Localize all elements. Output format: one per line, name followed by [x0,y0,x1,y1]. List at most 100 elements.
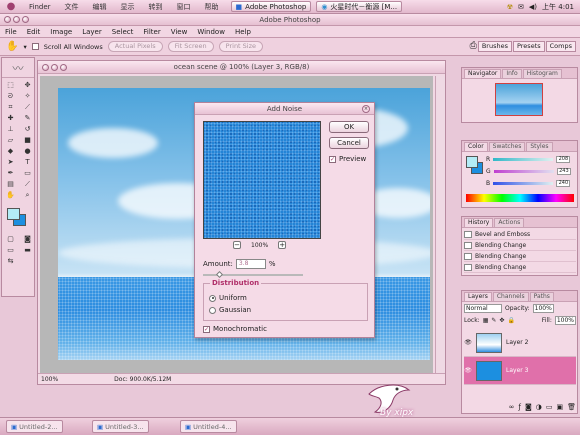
tool-preset-dropdown-icon[interactable]: ▾ [23,43,26,51]
menu-window[interactable]: Window [192,28,230,36]
new-layer-icon[interactable]: ▣ [556,403,563,411]
close-icon[interactable] [4,16,11,23]
blue-slider[interactable] [493,182,554,185]
menu-help[interactable]: Help [230,28,256,36]
red-slider-row[interactable]: R 208 [486,156,571,163]
foreground-color-swatch[interactable] [7,208,20,220]
slice-tool-icon[interactable]: ⟋ [20,102,35,112]
palette-foreground-swatch[interactable] [466,156,478,168]
task-photoshop[interactable]: ■ Adobe Photoshop [230,1,312,12]
doc-size[interactable]: Doc: 900.0K/5.12M [114,376,171,383]
gaussian-radio-row[interactable]: Gaussian [209,306,251,314]
tab-navigator[interactable]: Navigator [464,69,502,78]
ok-button[interactable]: OK [329,121,369,133]
blend-mode-select[interactable]: Normal [464,304,502,313]
screen-mode-icon[interactable]: ▭ [3,245,18,255]
type-tool-icon[interactable]: T [20,157,35,167]
zoom-out-button[interactable]: − [233,241,241,249]
tab-info[interactable]: Info [502,69,522,78]
magic-wand-icon[interactable]: ✧ [20,91,35,101]
dock-item[interactable]: ▣ Untitled-2... [6,420,63,433]
radiation-icon[interactable]: ☢ [507,3,513,11]
volume-icon[interactable]: ◀) [529,3,537,11]
minimize-icon[interactable] [13,16,20,23]
notes-tool-icon[interactable]: ▤ [3,179,18,189]
red-value[interactable]: 208 [556,156,571,163]
trash-icon[interactable]: 🗑 [567,403,576,411]
menu-view[interactable]: View [166,28,193,36]
doc-zoom-icon[interactable] [60,64,67,71]
healing-brush-icon[interactable]: ✚ [3,113,18,123]
fit-screen-button[interactable]: Fit Screen [167,41,214,52]
menu-edit[interactable]: Edit [22,28,46,36]
eye-icon[interactable]: 👁 [464,367,472,374]
mail-icon[interactable]: ✉ [518,3,524,11]
lock-all-icon[interactable]: 🔒 [507,317,514,324]
dodge-tool-icon[interactable]: ● [20,146,35,156]
preview-checkbox[interactable]: ✓ [329,155,336,163]
tab-layers[interactable]: Layers [464,292,492,301]
layer-name[interactable]: Layer 2 [506,339,528,346]
cancel-button[interactable]: Cancel [329,137,369,149]
shape-tool-icon[interactable]: ▭ [20,168,35,178]
history-item[interactable]: Blending Change [464,240,576,251]
tab-brushes[interactable]: Brushes [477,41,512,52]
hand-tool-icon[interactable]: ✋ [6,41,18,52]
blur-tool-icon[interactable]: ◆ [3,146,18,156]
filter-preview[interactable] [203,121,321,239]
print-size-button[interactable]: Print Size [218,41,264,52]
imageready-icon[interactable]: ⇆ [3,256,18,266]
vertical-scrollbar[interactable] [435,76,445,373]
menu-window-cn[interactable]: 窗口 [170,2,198,12]
menu-go-cn[interactable]: 转到 [142,2,170,12]
tab-channels[interactable]: Channels [492,292,529,301]
opacity-input[interactable]: 100% [532,304,554,313]
tab-actions[interactable]: Actions [494,218,525,227]
zoom-level[interactable]: 100% [41,376,58,383]
menu-filter[interactable]: Filter [138,28,165,36]
doc-close-icon[interactable] [42,64,49,71]
apple-menu-icon[interactable]: ● [0,1,22,12]
lock-position-icon[interactable]: ✥ [499,317,504,324]
history-item[interactable]: Bevel and Emboss [464,229,576,240]
clone-stamp-icon[interactable]: ⊥ [3,124,18,134]
eyedropper-icon[interactable]: ⟋ [20,179,35,189]
amount-input[interactable]: 3.8 [235,259,266,269]
menu-layer[interactable]: Layer [77,28,107,36]
clock[interactable]: 上午 4:01 [542,2,574,12]
standard-mode-icon[interactable]: ▢ [3,234,18,244]
lock-image-icon[interactable]: ✎ [491,317,496,324]
menu-edit-cn[interactable]: 编辑 [86,2,114,12]
menu-image[interactable]: Image [45,28,77,36]
tab-paths[interactable]: Paths [529,292,554,301]
preview-checkbox-row[interactable]: ✓ Preview [329,155,366,163]
brush-tool-icon[interactable]: ✎ [20,113,35,123]
amount-slider[interactable] [203,270,303,279]
red-slider[interactable] [493,158,554,161]
monochromatic-row[interactable]: ✓ Monochromatic [203,325,267,333]
menu-file[interactable]: File [0,28,22,36]
menu-view-cn[interactable]: 显示 [114,2,142,12]
menu-help-cn[interactable]: 帮助 [198,2,226,12]
pen-tool-icon[interactable]: ✒ [3,168,18,178]
tab-comps[interactable]: Comps [545,41,576,52]
tab-presets[interactable]: Presets [512,41,545,52]
adjustment-layer-icon[interactable]: ◑ [536,403,542,411]
history-item[interactable]: Blending Change [464,262,576,273]
gradient-tool-icon[interactable]: ■ [20,135,35,145]
eye-icon[interactable]: 👁 [464,339,472,346]
zoom-tool-icon[interactable]: ⌕ [20,190,35,200]
lasso-tool-icon[interactable]: ᘐ [3,91,18,101]
marquee-tool-icon[interactable]: ⬚ [3,80,18,90]
uniform-radio-row[interactable]: Uniform [209,294,247,302]
menu-file-cn[interactable]: 文件 [58,2,86,12]
tab-swatches[interactable]: Swatches [488,142,526,151]
lock-transparency-icon[interactable]: ▦ [483,317,489,324]
move-tool-icon[interactable]: ✥ [20,80,35,90]
gaussian-radio[interactable] [209,306,216,314]
layer-row-selected[interactable]: 👁 Layer 3 [464,357,576,385]
tab-history[interactable]: History [464,218,494,227]
task-browser[interactable]: ◉ 火星时代－衡源 [M... [316,1,403,12]
green-slider[interactable] [493,170,554,173]
scroll-all-checkbox[interactable] [31,43,39,50]
